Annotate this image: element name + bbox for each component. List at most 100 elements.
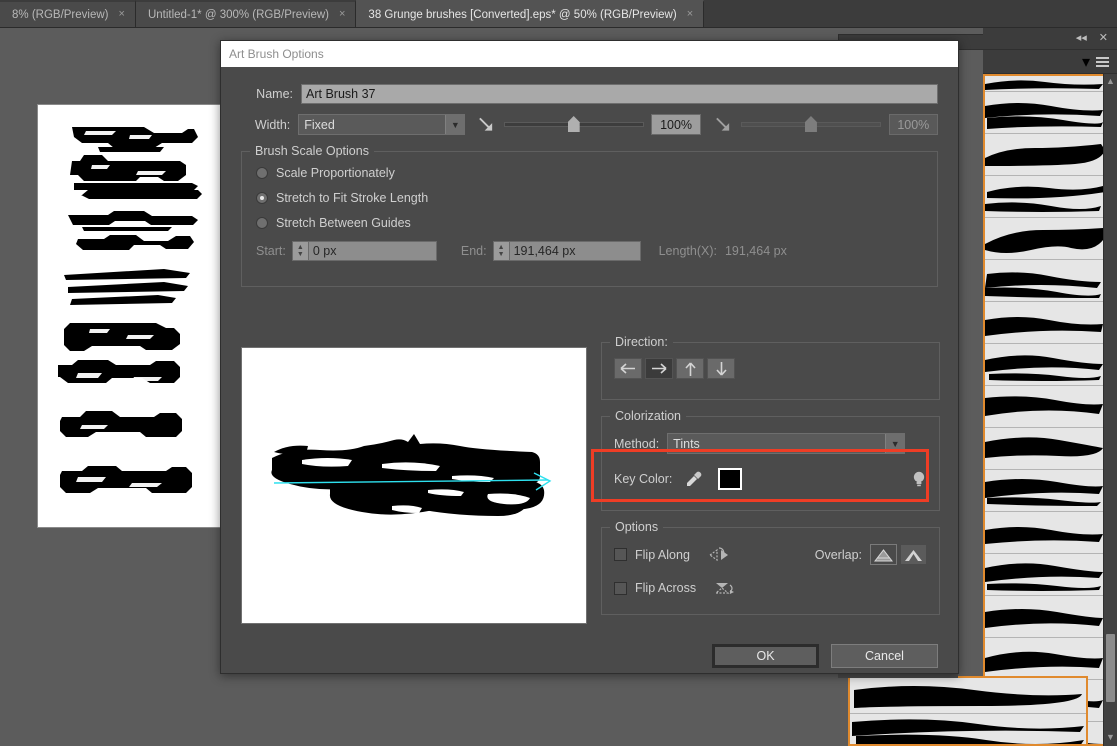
slider-knob[interactable] xyxy=(805,116,817,132)
eyedropper-icon[interactable] xyxy=(684,469,704,489)
cancel-button-label: Cancel xyxy=(865,649,904,663)
arrow-left-icon xyxy=(619,362,637,375)
scrollbar-thumb[interactable] xyxy=(1106,634,1115,702)
close-icon[interactable]: × xyxy=(339,9,345,20)
panel-menu-icon[interactable] xyxy=(1096,55,1109,69)
list-item[interactable] xyxy=(850,714,1086,746)
guides-values-row: Start: ▲▼ 0 px End: ▲▼ 191,464 px Length… xyxy=(256,241,923,261)
brush-library-list[interactable] xyxy=(983,74,1103,746)
direction-down-button[interactable] xyxy=(707,358,735,379)
name-label: Name: xyxy=(241,87,293,101)
list-item[interactable] xyxy=(985,134,1103,176)
overlap-allow-button[interactable] xyxy=(870,544,897,565)
width-slider-right[interactable] xyxy=(741,114,881,135)
colorization-legend: Colorization xyxy=(610,409,686,423)
brushes-panel: ◂◂ ✕ ▾ xyxy=(983,28,1117,746)
options-legend: Options xyxy=(610,520,663,534)
list-item[interactable] xyxy=(985,554,1103,596)
list-item[interactable] xyxy=(985,76,1103,92)
dialog-button-row: OK Cancel xyxy=(241,644,938,668)
radio-stretch-between-guides[interactable]: Stretch Between Guides xyxy=(256,216,923,230)
list-item[interactable] xyxy=(985,596,1103,638)
radio-label: Scale Proportionately xyxy=(276,166,395,180)
brush-preview-artwork xyxy=(242,348,586,623)
list-item[interactable] xyxy=(985,638,1103,680)
close-icon[interactable]: × xyxy=(119,9,125,20)
radio-stretch-to-fit[interactable]: Stretch to Fit Stroke Length xyxy=(256,191,923,205)
cancel-button[interactable]: Cancel xyxy=(831,644,938,668)
brush-preview-popup[interactable] xyxy=(848,676,1088,746)
direction-left-button[interactable] xyxy=(614,358,642,379)
brush-thumbnail xyxy=(985,344,1103,386)
list-item[interactable] xyxy=(985,512,1103,554)
list-item[interactable] xyxy=(985,386,1103,428)
brush-scale-options-group: Brush Scale Options Scale Proportionatel… xyxy=(241,151,938,287)
panel-header: ◂◂ ✕ xyxy=(983,28,1117,50)
list-item[interactable] xyxy=(850,678,1086,714)
close-icon[interactable]: × xyxy=(687,9,693,20)
flip-along-row: Flip Along Overlap: xyxy=(614,544,927,565)
scroll-up-icon[interactable]: ▲ xyxy=(1104,74,1117,88)
pressure-pen-icon xyxy=(477,115,498,135)
list-item[interactable] xyxy=(985,92,1103,134)
list-item[interactable] xyxy=(985,176,1103,218)
collapse-icon[interactable]: ◂◂ xyxy=(1076,33,1087,44)
document-tab-bar: 8% (RGB/Preview) × Untitled-1* @ 300% (R… xyxy=(0,0,1117,28)
slider-knob[interactable] xyxy=(568,116,580,132)
direction-up-button[interactable] xyxy=(676,358,704,379)
chevron-down-icon[interactable]: ▼ xyxy=(885,434,904,453)
radio-scale-proportionately[interactable]: Scale Proportionately xyxy=(256,166,923,180)
width-slider-left[interactable] xyxy=(504,114,644,135)
document-tab-3[interactable]: 38 Grunge brushes [Converted].eps* @ 50%… xyxy=(356,0,704,27)
arrow-right-icon xyxy=(650,362,668,375)
length-label: Length(X): xyxy=(659,244,717,258)
radio-icon[interactable] xyxy=(256,217,268,229)
overlap-prevent-button[interactable] xyxy=(900,544,927,565)
radio-label: Stretch to Fit Stroke Length xyxy=(276,191,428,205)
artwork-brush-strokes xyxy=(38,105,229,528)
overlap-label: Overlap: xyxy=(815,548,862,562)
brush-thumbnail xyxy=(985,596,1103,638)
direction-buttons xyxy=(614,358,927,379)
illustrator-window: 8% (RGB/Preview) × Untitled-1* @ 300% (R… xyxy=(0,0,1117,746)
list-item[interactable] xyxy=(985,428,1103,470)
brush-name-input[interactable]: Art Brush 37 xyxy=(301,84,938,104)
list-item[interactable] xyxy=(985,470,1103,512)
stepper-icon[interactable]: ▲▼ xyxy=(293,242,309,260)
chevron-down-icon[interactable]: ▾ xyxy=(1082,52,1090,72)
end-input[interactable]: ▲▼ 191,464 px xyxy=(493,241,641,261)
width-value-left[interactable]: 100% xyxy=(651,114,700,135)
direction-right-button[interactable] xyxy=(645,358,673,379)
stepper-icon[interactable]: ▲▼ xyxy=(494,242,510,260)
panel-scrollbar[interactable]: ▲ ▼ xyxy=(1103,74,1117,746)
brush-thumbnail xyxy=(985,386,1103,428)
chevron-down-icon[interactable]: ▼ xyxy=(445,115,464,134)
tip-lightbulb-icon[interactable] xyxy=(911,469,927,489)
list-item[interactable] xyxy=(985,302,1103,344)
overlap-prevent-icon xyxy=(904,548,923,562)
brush-thumbnail xyxy=(985,218,1103,260)
start-input[interactable]: ▲▼ 0 px xyxy=(292,241,437,261)
ok-button[interactable]: OK xyxy=(712,644,819,668)
key-color-swatch[interactable] xyxy=(718,468,742,490)
width-value-right-text: 100% xyxy=(897,118,929,132)
colorization-method-select[interactable]: Tints ▼ xyxy=(667,433,905,454)
radio-icon[interactable] xyxy=(256,167,268,179)
length-value: 191,464 px xyxy=(725,244,787,258)
radio-icon-selected[interactable] xyxy=(256,192,268,204)
document-tab-1[interactable]: 8% (RGB/Preview) × xyxy=(0,0,136,27)
artboard-canvas[interactable] xyxy=(37,104,229,528)
width-value-right[interactable]: 100% xyxy=(889,114,938,135)
dialog-body: Name: Art Brush 37 Width: Fixed ▼ xyxy=(221,67,958,287)
width-method-select[interactable]: Fixed ▼ xyxy=(298,114,465,135)
flip-along-checkbox[interactable] xyxy=(614,548,627,561)
document-tab-label: Untitled-1* @ 300% (RGB/Preview) xyxy=(148,9,329,21)
document-tab-2[interactable]: Untitled-1* @ 300% (RGB/Preview) × xyxy=(136,0,356,27)
list-item[interactable] xyxy=(985,260,1103,302)
scroll-down-icon[interactable]: ▼ xyxy=(1104,730,1117,744)
close-icon[interactable]: ✕ xyxy=(1099,33,1108,44)
radio-label: Stretch Between Guides xyxy=(276,216,411,230)
flip-across-checkbox[interactable] xyxy=(614,582,627,595)
list-item[interactable] xyxy=(985,218,1103,260)
list-item[interactable] xyxy=(985,344,1103,386)
